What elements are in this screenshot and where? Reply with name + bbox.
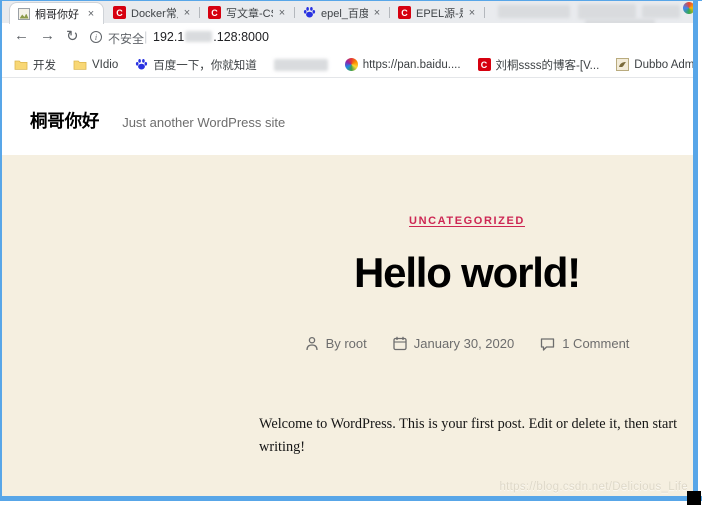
baidu-pan-icon	[344, 58, 358, 71]
meta-comments[interactable]: 1 Comment	[540, 336, 629, 351]
calendar-icon	[393, 336, 407, 351]
csdn-icon: C	[398, 6, 411, 19]
tab-close-icon[interactable]: ×	[466, 7, 478, 19]
censored-ip-segment	[185, 31, 213, 42]
tab-docker-commands[interactable]: C Docker常用命 ×	[105, 2, 199, 23]
bookmark-baidu-pan[interactable]: https://pan.baidu....	[344, 58, 461, 71]
frame-border-bottom	[0, 496, 702, 501]
resize-handle[interactable]	[687, 491, 701, 505]
security-label[interactable]: 不安全	[108, 30, 144, 47]
author-icon	[305, 336, 318, 351]
frame-border-left	[0, 0, 2, 501]
folder-icon	[73, 60, 87, 70]
censored-bookmark	[273, 58, 328, 71]
censored-tab	[578, 4, 636, 19]
forward-icon[interactable]: →	[40, 27, 55, 44]
bookmarks-bar: 开发 VIdio 百度一下，你就知道 https://pan.baidu....…	[2, 52, 693, 78]
bookmark-csdn-blog[interactable]: C 刘桐ssss的博客-[V...	[477, 57, 599, 73]
tab-epel-source[interactable]: C EPEL源-是什么 ×	[390, 2, 484, 23]
csdn-icon: C	[113, 6, 126, 19]
bookmark-folder-vidio[interactable]: VIdio	[73, 59, 118, 71]
tab-wordpress-site[interactable]: 桐哥你好 – Jus ×	[9, 2, 104, 24]
meta-author[interactable]: By root	[305, 336, 367, 351]
tab-close-icon[interactable]: ×	[181, 7, 193, 19]
post-title: Hello world!	[354, 249, 581, 296]
category-link[interactable]: UNCATEGORIZED	[232, 215, 702, 227]
browser-toolbar	[2, 23, 693, 52]
watermark: https://blog.csdn.net/Delicious_Life	[499, 481, 688, 493]
site-header: 桐哥你好 Just another WordPress site	[2, 78, 693, 155]
tab-csdn-write[interactable]: C 写文章-CSDN ×	[200, 2, 294, 23]
back-icon[interactable]: ←	[14, 27, 29, 44]
frame-border-right	[693, 0, 698, 497]
tab-title: 桐哥你好 – Jus	[35, 8, 82, 21]
csdn-icon: C	[477, 58, 491, 71]
tab-title: Docker常用命	[131, 7, 178, 20]
tab-title: epel_百度搜索	[321, 7, 368, 20]
csdn-icon: C	[208, 6, 221, 19]
comment-icon	[541, 337, 555, 351]
baidu-paw-icon	[136, 59, 148, 70]
bookmark-folder-dev[interactable]: 开发	[14, 57, 56, 73]
tab-baidu-search[interactable]: epel_百度搜索 ×	[295, 2, 389, 23]
censored-tab	[498, 5, 570, 18]
info-icon[interactable]: i	[90, 31, 102, 43]
frame-border-top	[0, 0, 702, 1]
bookmark-dubbo-admin[interactable]: Dubbo Admin	[616, 58, 693, 71]
site-favicon	[18, 7, 30, 20]
folder-icon	[14, 60, 28, 70]
meta-date[interactable]: January 30, 2020	[393, 336, 514, 351]
browser-window: 桐哥你好 – Jus × C Docker常用命 × C 写文章-CSDN × …	[0, 0, 702, 507]
tab-title: EPEL源-是什么	[416, 7, 463, 20]
dubbo-icon	[616, 58, 630, 71]
site-tagline: Just another WordPress site	[122, 115, 286, 130]
tab-title: 写文章-CSDN	[226, 7, 273, 20]
post-body-text: Welcome to WordPress. This is your first…	[259, 416, 678, 456]
tab-separator	[484, 7, 485, 18]
post-meta: By root January 30, 2020 1 Comment	[232, 336, 702, 351]
reload-icon[interactable]: ↻	[66, 27, 79, 45]
bookmark-baidu[interactable]: 百度一下，你就知道	[135, 57, 257, 73]
address-url[interactable]: 192.1.128:8000	[153, 30, 269, 44]
omnibox-divider: |	[144, 29, 148, 44]
censored-tab	[642, 5, 680, 18]
tab-close-icon[interactable]: ×	[371, 7, 383, 19]
tab-close-icon[interactable]: ×	[276, 7, 288, 19]
baidu-paw-icon	[303, 6, 316, 19]
bookmark-censored[interactable]	[273, 58, 328, 71]
tab-close-icon[interactable]: ×	[85, 8, 97, 20]
site-title[interactable]: 桐哥你好	[30, 108, 99, 133]
